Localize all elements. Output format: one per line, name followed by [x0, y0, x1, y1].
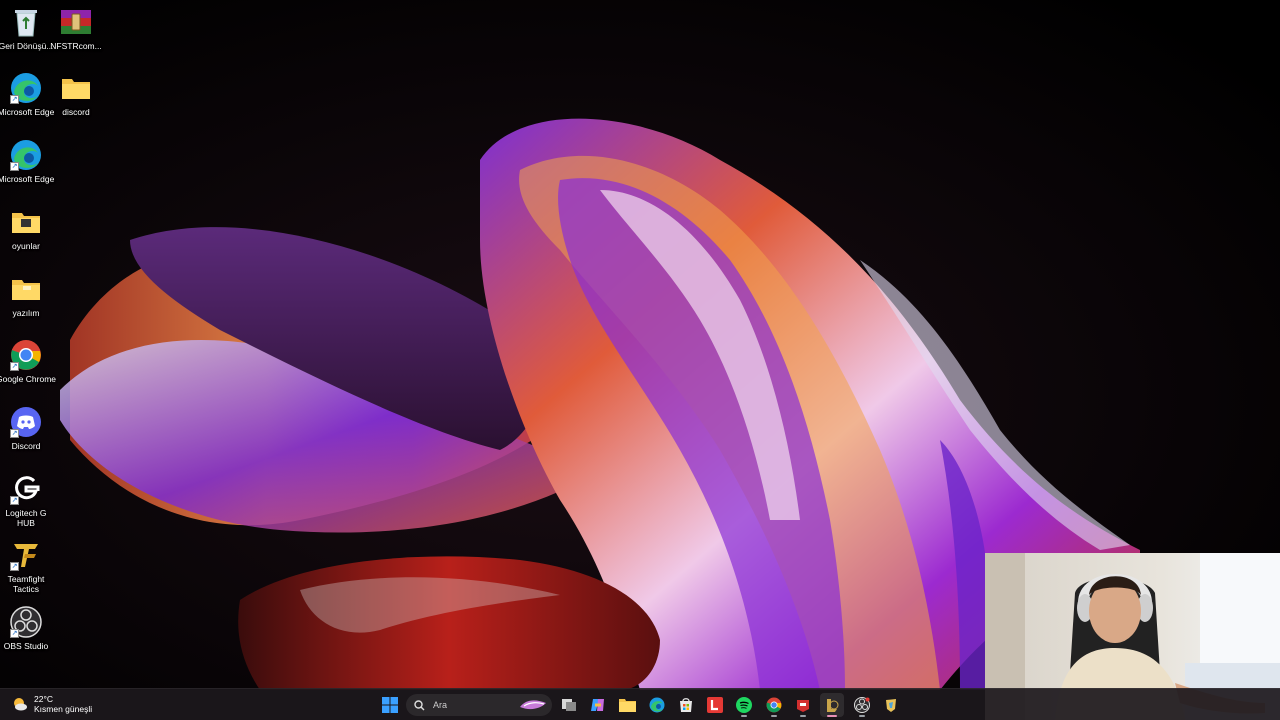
discord-icon: ↗	[10, 406, 42, 438]
desktop-icon-discord-folder[interactable]: discord	[50, 72, 102, 117]
desktop-icon-microsoft-edge-2[interactable]: ↗ Microsoft Edge	[0, 139, 54, 184]
desktop-icon-nfstr-archive[interactable]: NFSTRcom...	[50, 6, 102, 51]
running-indicator	[771, 715, 777, 717]
l-app-button[interactable]	[703, 693, 727, 717]
folder-icon	[618, 699, 636, 712]
desktop-icon-discord[interactable]: ↗ Discord	[0, 406, 52, 451]
desktop-icon-teamfight-tactics[interactable]: ↗ Teamfight Tactics	[0, 539, 52, 594]
store-button[interactable]	[674, 693, 698, 717]
edge-icon: ↗	[10, 139, 42, 171]
desktop-icon-google-chrome[interactable]: ↗ Google Chrome	[0, 339, 56, 384]
edge-icon	[649, 697, 665, 713]
weather-temperature: 22°C	[34, 694, 53, 704]
desktop-icon-label: OBS Studio	[3, 641, 49, 651]
league-icon	[827, 699, 839, 712]
logitech-g-icon: ↗	[10, 473, 42, 505]
riot-client-icon	[886, 699, 896, 712]
recycle-bin-icon	[10, 6, 42, 38]
desktop-icon-label: Google Chrome	[0, 374, 57, 384]
league-client-button[interactable]	[820, 693, 844, 717]
desktop-icon-obs-studio[interactable]: ↗ OBS Studio	[0, 606, 52, 651]
spotify-button[interactable]	[732, 693, 756, 717]
red-app-icon	[797, 700, 809, 712]
desktop-icon-logitech-g-hub[interactable]: ↗ Logitech G HUB	[0, 473, 52, 528]
obs-icon: ↗	[10, 606, 42, 638]
l-app-icon	[707, 697, 723, 713]
search-icon	[414, 699, 425, 710]
chrome-icon	[766, 697, 782, 713]
file-explorer-button[interactable]	[615, 693, 639, 717]
desktop-icon-label: NFSTRcom...	[50, 41, 102, 51]
winrar-archive-icon	[60, 6, 92, 38]
edge-icon: ↗	[10, 72, 42, 104]
desktop-icon-label: oyunlar	[12, 241, 40, 251]
folder-icon	[10, 206, 42, 238]
desktop-icon-microsoft-edge[interactable]: ↗ Microsoft Edge	[0, 72, 54, 117]
copilot-icon	[591, 699, 604, 711]
desktop-icon-label: discord	[62, 107, 90, 117]
task-view-icon	[562, 699, 576, 711]
desktop-icon-oyunlar-folder[interactable]: oyunlar	[0, 206, 52, 251]
riot-client-button[interactable]	[879, 693, 903, 717]
chrome-taskbar-button[interactable]	[762, 693, 786, 717]
desktop-icon-label: Discord	[11, 441, 41, 451]
folder-icon	[60, 72, 92, 104]
store-icon	[680, 698, 692, 712]
desktop-icon-yazilim-folder[interactable]: yazılım	[0, 273, 52, 318]
start-button[interactable]	[378, 693, 402, 717]
desktop-icon-label: yazılım	[12, 308, 40, 318]
desktop-icon-label: Teamfight Tactics	[7, 574, 45, 594]
folder-icon	[10, 273, 42, 305]
obs-taskbar-button[interactable]	[850, 693, 874, 717]
windows-logo-icon	[382, 697, 398, 713]
task-view-button[interactable]	[557, 693, 581, 717]
obs-icon	[854, 697, 870, 713]
desktop-icon-recycle-bin[interactable]: Geri Dönüşü...	[0, 6, 53, 51]
running-indicator	[800, 715, 806, 717]
active-indicator	[827, 715, 837, 717]
copilot-button[interactable]	[586, 693, 610, 717]
search-input[interactable]	[433, 700, 513, 710]
taskbar: 22°C Kısmen güneşli	[0, 688, 1280, 720]
taskbar-search-box[interactable]	[406, 694, 552, 716]
chrome-icon: ↗	[10, 339, 42, 371]
weather-condition: Kısmen güneşli	[34, 704, 93, 714]
desktop-icon-label: Microsoft Edge	[0, 174, 55, 184]
running-indicator	[741, 715, 747, 717]
partly-sunny-icon	[14, 698, 27, 711]
running-indicator	[859, 715, 865, 717]
red-app-button[interactable]	[791, 693, 815, 717]
spotify-icon	[736, 697, 752, 713]
search-highlight-icon	[520, 700, 546, 710]
desktop-icon-label: Logitech G HUB	[5, 508, 47, 528]
edge-taskbar-button[interactable]	[645, 693, 669, 717]
tft-icon: ↗	[10, 539, 42, 571]
weather-widget[interactable]: 22°C Kısmen güneşli	[12, 694, 92, 714]
